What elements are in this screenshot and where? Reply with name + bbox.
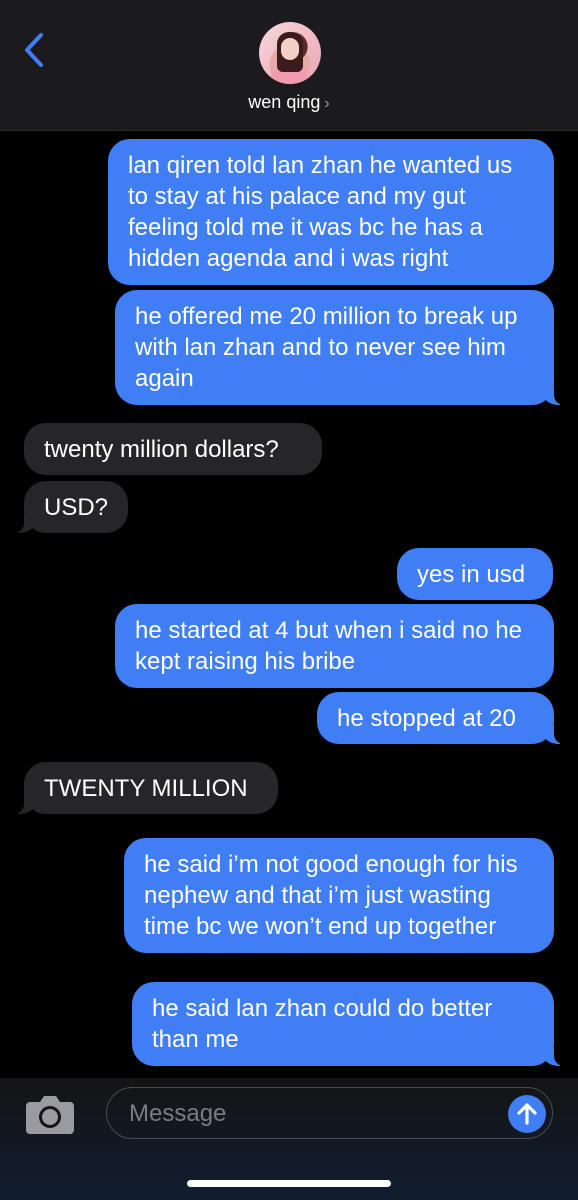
message-bubble-outgoing[interactable]: yes in usd [397, 548, 553, 600]
contact-name: wen qing [248, 92, 321, 112]
message-bubble-outgoing[interactable]: he stopped at 20 [317, 692, 568, 744]
message-bubble-incoming[interactable]: USD? [10, 481, 128, 533]
camera-button[interactable] [24, 1092, 76, 1136]
chevron-right-icon: › [324, 95, 330, 112]
message-bubble-incoming[interactable]: twenty million dollars? [24, 423, 322, 475]
message-text: he offered me 20 million to break up wit… [135, 303, 518, 392]
message-bubble-incoming[interactable]: TWENTY MILLION [10, 762, 278, 814]
message-input[interactable] [127, 1096, 501, 1132]
arrow-up-icon [517, 1103, 537, 1125]
message-text: TWENTY MILLION [44, 775, 248, 802]
message-text: yes in usd [417, 561, 526, 588]
message-text: he started at 4 but when i said no he ke… [135, 617, 522, 675]
contact-avatar[interactable] [259, 22, 321, 84]
message-bubble-outgoing[interactable]: lan qiren told lan zhan he wanted us to … [108, 139, 554, 285]
message-text: USD? [44, 494, 109, 521]
back-button[interactable] [14, 30, 54, 70]
message-bubble-outgoing[interactable]: he said lan zhan could do better than me [132, 982, 568, 1066]
message-bubble-outgoing[interactable]: he started at 4 but when i said no he ke… [115, 604, 554, 688]
message-text: lan qiren told lan zhan he wanted us to … [128, 152, 513, 272]
conversation-header: wen qing › [0, 0, 578, 131]
contact-name-button[interactable]: wen qing › [0, 92, 578, 113]
message-text: twenty million dollars? [44, 436, 279, 463]
send-button[interactable] [508, 1095, 546, 1133]
message-bubble-outgoing[interactable]: he said i’m not good enough for his neph… [124, 838, 554, 953]
home-indicator[interactable] [187, 1180, 391, 1187]
camera-icon [26, 1096, 74, 1134]
chevron-left-icon [25, 33, 43, 67]
message-text: he stopped at 20 [337, 705, 516, 732]
message-input-container[interactable] [106, 1087, 553, 1139]
message-bubble-outgoing[interactable]: he offered me 20 million to break up wit… [115, 290, 568, 405]
message-text: he said i’m not good enough for his neph… [144, 851, 518, 940]
message-text: he said lan zhan could do better than me [152, 995, 493, 1053]
